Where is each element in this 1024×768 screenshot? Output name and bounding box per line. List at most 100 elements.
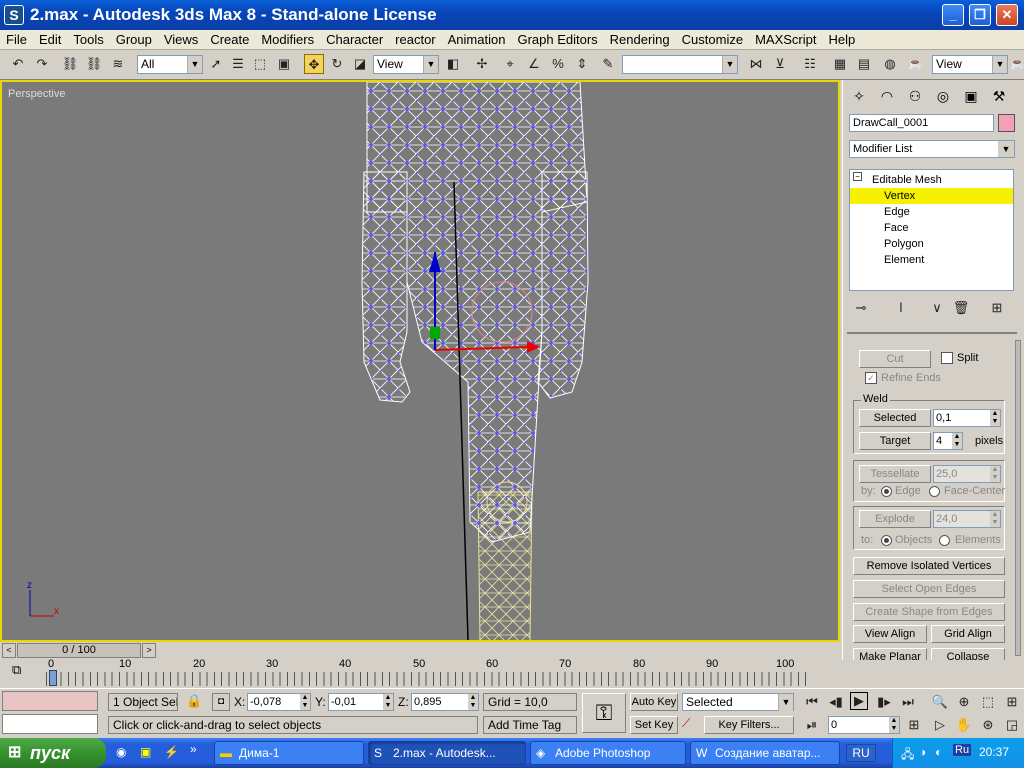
menu-help[interactable]: Help: [822, 30, 861, 50]
menu-views[interactable]: Views: [158, 30, 204, 50]
next-frame-button-icon[interactable]: ▮▸: [874, 692, 894, 712]
tessellate-button[interactable]: Tessellate: [859, 465, 931, 483]
zoom-all-icon[interactable]: ⊕: [954, 692, 974, 712]
spinner-arrows-icon[interactable]: ▲ ▼: [300, 694, 310, 710]
tray-app-icon[interactable]: ◐: [935, 745, 942, 759]
quicklaunch-more-icon[interactable]: »: [190, 742, 197, 756]
zoom-extents-icon[interactable]: ⬚: [978, 692, 998, 712]
start-button[interactable]: ⊞ пуск: [0, 738, 106, 768]
clock[interactable]: 20:37: [979, 745, 1009, 759]
play-icon[interactable]: ▶: [850, 692, 868, 710]
key-mode-dropdown[interactable]: Selected ▼: [682, 693, 794, 711]
stack-edge[interactable]: Edge: [850, 204, 1013, 220]
stack-editable-mesh[interactable]: Editable Mesh: [850, 172, 1013, 188]
menu-file[interactable]: File: [0, 30, 33, 50]
select-and-rotate-icon[interactable]: ↻: [327, 54, 347, 74]
time-slider-thumb[interactable]: 0 / 100: [17, 643, 141, 658]
quicklaunch-app-icon[interactable]: ◉: [116, 745, 132, 761]
pivot-point-icon[interactable]: ◧: [443, 54, 463, 74]
key-mode-toggle-icon[interactable]: ⏯: [802, 715, 822, 735]
by-face-center-radio[interactable]: [929, 486, 940, 497]
network-icon[interactable]: 🖧: [901, 745, 914, 766]
hierarchy-tab-icon[interactable]: ⚇: [903, 84, 927, 108]
motion-tab-icon[interactable]: ◎: [931, 84, 955, 108]
weld-pixels-spinner[interactable]: 4 ▲ ▼: [933, 432, 963, 450]
menu-group[interactable]: Group: [110, 30, 158, 50]
menu-customize[interactable]: Customize: [676, 30, 749, 50]
explode-angle-spinner[interactable]: 24,0 ▲ ▼: [933, 510, 1001, 528]
make-unique-icon[interactable]: ∨: [927, 298, 947, 318]
minimize-button[interactable]: _: [942, 4, 964, 26]
add-time-tag[interactable]: Add Time Tag: [483, 716, 577, 734]
rect-selection-icon[interactable]: ⬚: [250, 54, 270, 74]
weld-target-button[interactable]: Target: [859, 432, 931, 450]
object-name-field[interactable]: DrawCall_0001: [849, 114, 994, 132]
snap-3d-icon[interactable]: ⌖: [500, 54, 520, 74]
window-crossing-icon[interactable]: ▣: [274, 54, 294, 74]
stack-face[interactable]: Face: [850, 220, 1013, 236]
prev-frame-icon[interactable]: <: [2, 643, 16, 658]
language-indicator[interactable]: RU: [846, 744, 876, 762]
default-tangent-icon[interactable]: ⟋: [682, 716, 702, 734]
split-checkbox[interactable]: [941, 352, 953, 364]
manipulate-icon[interactable]: ✢: [472, 54, 492, 74]
task-word[interactable]: W Создание аватар...: [690, 741, 840, 765]
curve-editor-icon[interactable]: ▦: [830, 54, 850, 74]
menu-create[interactable]: Create: [204, 30, 255, 50]
select-open-edges-button[interactable]: Select Open Edges: [853, 580, 1005, 598]
maxscript-output-mini[interactable]: [2, 714, 98, 734]
remove-isolated-vertices-button[interactable]: Remove Isolated Vertices: [853, 557, 1005, 575]
select-by-name-icon[interactable]: ☰: [228, 54, 248, 74]
maximize-button[interactable]: ❐: [969, 4, 991, 26]
trackbar[interactable]: ⧉ 0 10 20 30 40 50 60 70 80 90 100: [0, 658, 1024, 688]
ref-coord-dropdown[interactable]: View ▼: [373, 55, 439, 74]
show-end-result-icon[interactable]: ǀ: [891, 298, 911, 318]
align-icon[interactable]: ⊻: [770, 54, 790, 74]
current-frame-field[interactable]: 0 ▲ ▼: [828, 716, 900, 734]
render-view-dropdown[interactable]: View ▼: [932, 55, 1008, 74]
task-photoshop[interactable]: ◈ Adobe Photoshop: [530, 741, 686, 765]
menu-rendering[interactable]: Rendering: [604, 30, 676, 50]
modify-tab-icon[interactable]: ◠: [875, 84, 899, 108]
menu-animation[interactable]: Animation: [442, 30, 512, 50]
object-color-swatch[interactable]: [998, 114, 1015, 132]
task-3dsmax[interactable]: S 2.max - Autodesk...: [368, 741, 526, 765]
unlink-icon[interactable]: ⛓: [84, 54, 104, 74]
quicklaunch-winamp-icon[interactable]: ⚡: [164, 745, 180, 761]
x-coord-field[interactable]: -0,078 ▲ ▼: [247, 693, 311, 711]
panel-scrollbar[interactable]: [1015, 340, 1021, 656]
arc-rotate-icon[interactable]: ⊛: [978, 715, 998, 735]
stack-element[interactable]: Element: [850, 252, 1013, 268]
volume-icon[interactable]: ◑: [919, 745, 926, 759]
previous-frame-icon[interactable]: ◂▮: [826, 692, 846, 712]
spinner-arrows-icon[interactable]: ▲ ▼: [468, 694, 478, 710]
configure-sets-icon[interactable]: ⊞: [987, 298, 1007, 318]
go-to-end-icon[interactable]: ⏭: [898, 692, 918, 712]
angle-snap-icon[interactable]: ∠: [524, 54, 544, 74]
menu-modifiers[interactable]: Modifiers: [255, 30, 320, 50]
pin-stack-icon[interactable]: ⊸: [851, 298, 871, 318]
title-bar[interactable]: S 2.max - Autodesk 3ds Max 8 - Stand-alo…: [0, 0, 1024, 30]
collapse-stack-icon[interactable]: −: [853, 172, 862, 181]
spinner-arrows-icon[interactable]: ▲ ▼: [383, 694, 393, 710]
percent-snap-icon[interactable]: %: [548, 54, 568, 74]
spinner-arrows-icon[interactable]: ▲ ▼: [990, 410, 1000, 426]
cut-button[interactable]: Cut: [859, 350, 931, 368]
weld-threshold-spinner[interactable]: 0,1 ▲ ▼: [933, 409, 1001, 427]
lock-selection-icon[interactable]: 🔒: [186, 693, 202, 709]
set-key-button[interactable]: Set Key: [630, 716, 678, 734]
spinner-snap-icon[interactable]: ⇕: [572, 54, 592, 74]
create-shape-from-edges-button[interactable]: Create Shape from Edges: [853, 603, 1005, 621]
menu-tools[interactable]: Tools: [67, 30, 109, 50]
mini-curve-editor-icon[interactable]: ⧉: [12, 662, 32, 682]
menu-character[interactable]: Character: [320, 30, 389, 50]
modifier-list-dropdown[interactable]: Modifier List ▼: [849, 140, 1015, 158]
schematic-view-icon[interactable]: ▤: [854, 54, 874, 74]
named-selection-dropdown[interactable]: ▼: [622, 55, 738, 74]
select-and-move-icon[interactable]: ✥: [304, 54, 324, 74]
refine-ends-checkbox[interactable]: ✓: [865, 372, 877, 384]
to-elements-radio[interactable]: [939, 535, 950, 546]
current-frame-marker[interactable]: [49, 670, 57, 686]
auto-key-button[interactable]: Auto Key: [630, 693, 678, 711]
utilities-tab-icon[interactable]: ⚒: [987, 84, 1011, 108]
